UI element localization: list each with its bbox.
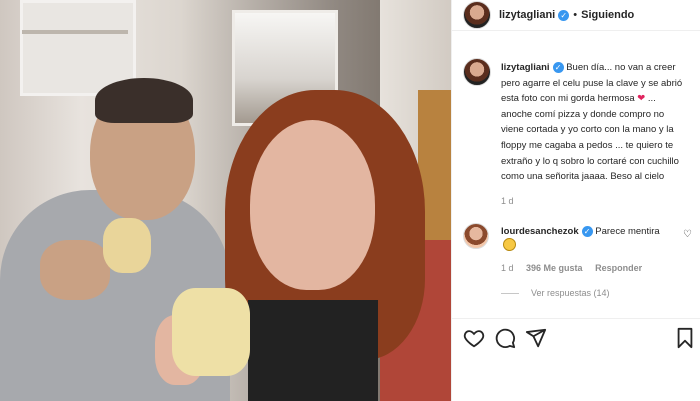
caption-text-part2: ... anoche comí pizza y donde compro no … <box>501 93 679 183</box>
comment-avatar[interactable] <box>463 223 489 249</box>
instagram-post: lizytagliani ✓ • Siguiendo lizytagliani ✓… <box>0 0 700 401</box>
smile-emoji-icon <box>503 238 516 251</box>
comment-meta: 1 d 396 Me gusta Responder <box>501 263 652 273</box>
comment-body: Parece mentira <box>592 226 660 237</box>
post-photo[interactable] <box>0 0 451 401</box>
heart-icon[interactable] <box>463 327 485 349</box>
comment-text: lourdesanchezok ✓ Parece mentira <box>501 225 671 251</box>
woman-face <box>250 120 375 290</box>
man-hand <box>40 240 110 300</box>
separator-dot: • <box>573 9 578 21</box>
comment-username[interactable]: lourdesanchezok <box>501 226 579 237</box>
header-username[interactable]: lizytagliani <box>499 9 555 21</box>
replies-line <box>501 292 519 294</box>
avatar[interactable] <box>463 1 491 29</box>
background-shelf-bar <box>22 30 128 34</box>
reply-button[interactable]: Responder <box>595 263 642 273</box>
caption-time[interactable]: 1 d <box>501 196 514 206</box>
view-replies-label[interactable]: Ver respuestas (14) <box>531 288 610 298</box>
follow-status-button[interactable]: Siguiendo <box>581 9 634 21</box>
comment-time[interactable]: 1 d <box>501 263 514 273</box>
pizza-slice <box>172 288 250 376</box>
woman-top <box>248 300 378 401</box>
comment-likes[interactable]: 396 Me gusta <box>526 263 583 273</box>
post-actions <box>452 318 700 357</box>
man-hair <box>95 78 193 123</box>
comment-icon[interactable] <box>494 327 516 349</box>
share-icon[interactable] <box>525 327 547 349</box>
verified-badge-icon: ✓ <box>581 225 593 237</box>
view-replies[interactable]: Ver respuestas (14) <box>501 288 610 298</box>
caption-avatar[interactable] <box>463 58 491 86</box>
caption-text: lizytagliani ✓ Buen día... no van a creer… <box>501 60 689 185</box>
verified-badge-icon: ✓ <box>558 9 570 21</box>
post-header: lizytagliani ✓ • Siguiendo <box>452 0 700 31</box>
pizza-slice <box>103 218 151 273</box>
caption-username[interactable]: lizytagliani <box>501 62 550 73</box>
verified-badge-icon: ✓ <box>552 61 564 73</box>
comment-like-heart-icon[interactable]: ♡ <box>683 229 692 240</box>
post-side-panel: lizytagliani ✓ • Siguiendo lizytagliani ✓… <box>451 0 700 401</box>
bookmark-icon[interactable] <box>674 327 696 349</box>
